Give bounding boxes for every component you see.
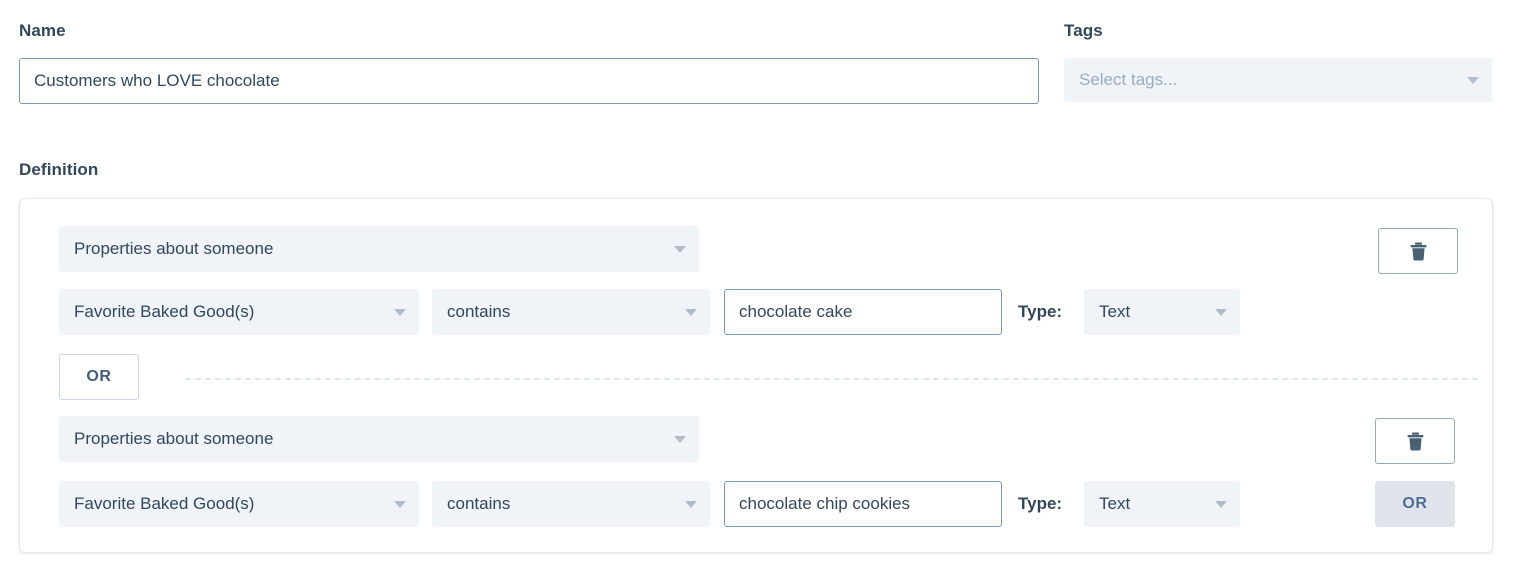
chevron-down-icon <box>1467 77 1479 84</box>
filter-type-select-1[interactable]: Text <box>1084 289 1240 335</box>
filter-source-select-2[interactable]: Properties about someone <box>59 416 699 462</box>
tags-label: Tags <box>1064 21 1103 40</box>
filter-source-value-1: Properties about someone <box>74 239 274 258</box>
filter-value-input-2[interactable]: chocolate chip cookies <box>724 481 1002 527</box>
filter-property-select-1[interactable]: Favorite Baked Good(s) <box>59 289 419 335</box>
chevron-down-icon <box>1215 309 1227 316</box>
filter-type-value-2: Text <box>1099 494 1131 513</box>
chevron-down-icon <box>674 246 686 253</box>
filter-type-label-1: Type: <box>1018 302 1063 321</box>
filter-operator-select-2[interactable]: contains <box>432 481 710 527</box>
chevron-down-icon <box>685 501 697 508</box>
filter-property-select-2[interactable]: Favorite Baked Good(s) <box>59 481 419 527</box>
filter-property-value-2: Favorite Baked Good(s) <box>74 494 255 513</box>
trash-icon <box>1410 242 1426 260</box>
chevron-down-icon <box>394 501 406 508</box>
filter-type-value-1: Text <box>1099 302 1131 321</box>
filter-property-value-1: Favorite Baked Good(s) <box>74 302 255 321</box>
tags-select-value: Select tags... <box>1079 70 1178 89</box>
chevron-down-icon <box>1215 501 1227 508</box>
chevron-down-icon <box>394 309 406 316</box>
filter-operator-value-1: contains <box>447 302 511 321</box>
filter-source-value-2: Properties about someone <box>74 429 274 448</box>
group-divider <box>185 378 1478 380</box>
definition-panel: Properties about someone Favorite Baked … <box>19 198 1493 553</box>
segment-editor-page: Name Customers who LOVE chocolate Tags S… <box>0 0 1516 578</box>
name-label: Name <box>19 21 66 40</box>
add-or-condition-button-1[interactable]: OR <box>59 354 139 400</box>
tags-select[interactable]: Select tags... <box>1064 58 1492 102</box>
filter-type-select-2[interactable]: Text <box>1084 481 1240 527</box>
filter-source-select-1[interactable]: Properties about someone <box>59 226 699 272</box>
name-input[interactable]: Customers who LOVE chocolate <box>19 58 1039 104</box>
delete-filter-button-2[interactable] <box>1375 418 1455 464</box>
filter-type-label-2: Type: <box>1018 494 1063 513</box>
chevron-down-icon <box>685 309 697 316</box>
delete-filter-button-1[interactable] <box>1378 228 1458 274</box>
filter-value-input-1[interactable]: chocolate cake <box>724 289 1002 335</box>
filter-operator-select-1[interactable]: contains <box>432 289 710 335</box>
definition-label: Definition <box>19 160 99 179</box>
filter-operator-value-2: contains <box>447 494 511 513</box>
trash-icon <box>1407 432 1423 450</box>
add-or-group-button[interactable]: OR <box>1375 481 1455 527</box>
chevron-down-icon <box>674 436 686 443</box>
